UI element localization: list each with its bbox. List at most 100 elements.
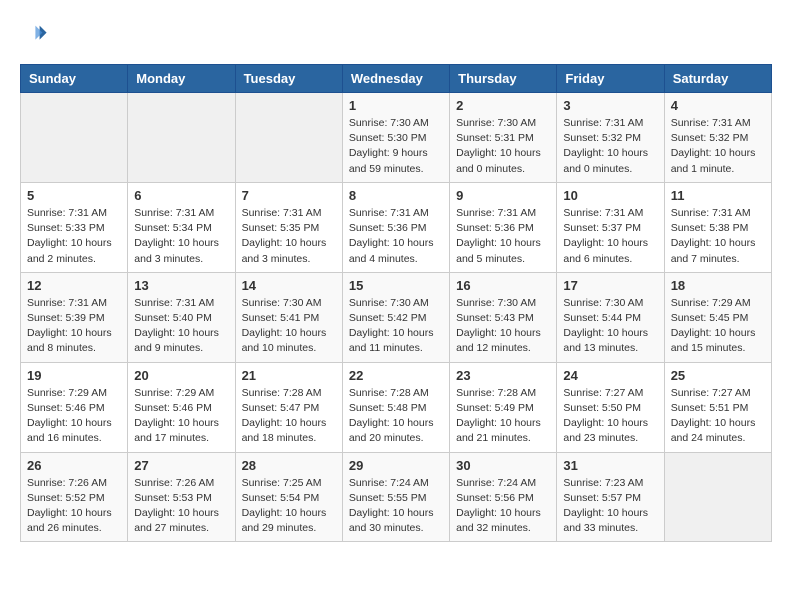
- day-number: 18: [671, 278, 765, 293]
- calendar-week-3: 12Sunrise: 7:31 AMSunset: 5:39 PMDayligh…: [21, 272, 772, 362]
- calendar-week-5: 26 Sunrise: 7:26 AMSunset: 5:52 PMDayligh…: [21, 452, 772, 542]
- day-info: Sunrise: 7:24 AMSunset: 5:56 PMDaylight:…: [456, 476, 550, 537]
- day-number: 24: [563, 368, 657, 383]
- weekday-header-friday: Friday: [557, 65, 664, 93]
- day-info: Sunrise: 7:30 AMSunset: 5:30 PMDaylight:…: [349, 116, 443, 177]
- day-number: 6: [134, 188, 228, 203]
- day-number: 1: [349, 98, 443, 113]
- weekday-header-sunday: Sunday: [21, 65, 128, 93]
- day-number: 15: [349, 278, 443, 293]
- day-info: Sunrise: 7:31 AMSunset: 5:37 PMDaylight:…: [563, 206, 657, 267]
- calendar-cell: 31 Sunrise: 7:23 AMSunset: 5:57 PMDayligh…: [557, 452, 664, 542]
- calendar-cell: 27 Sunrise: 7:26 AMSunset: 5:53 PMDayligh…: [128, 452, 235, 542]
- logo-icon: [20, 20, 48, 48]
- calendar-cell: [235, 93, 342, 183]
- day-info: Sunrise: 7:31 AMSunset: 5:32 PMDaylight:…: [671, 116, 765, 177]
- calendar-cell: 12Sunrise: 7:31 AMSunset: 5:39 PMDayligh…: [21, 272, 128, 362]
- day-info: Sunrise: 7:31 AMSunset: 5:35 PMDaylight:…: [242, 206, 336, 267]
- day-info: Sunrise: 7:23 AMSunset: 5:57 PMDaylight:…: [563, 476, 657, 537]
- calendar-cell: 13 Sunrise: 7:31 AMSunset: 5:40 PMDayligh…: [128, 272, 235, 362]
- day-info: Sunrise: 7:31 AMSunset: 5:36 PMDaylight:…: [349, 206, 443, 267]
- calendar-cell: 22Sunrise: 7:28 AMSunset: 5:48 PMDayligh…: [342, 362, 449, 452]
- weekday-header-monday: Monday: [128, 65, 235, 93]
- calendar-cell: 15 Sunrise: 7:30 AMSunset: 5:42 PMDayligh…: [342, 272, 449, 362]
- day-info: Sunrise: 7:29 AMSunset: 5:45 PMDaylight:…: [671, 296, 765, 357]
- day-number: 29: [349, 458, 443, 473]
- day-number: 28: [242, 458, 336, 473]
- calendar-cell: 21 Sunrise: 7:28 AMSunset: 5:47 PMDayligh…: [235, 362, 342, 452]
- day-info: Sunrise: 7:30 AMSunset: 5:44 PMDaylight:…: [563, 296, 657, 357]
- day-number: 3: [563, 98, 657, 113]
- day-info: Sunrise: 7:28 AMSunset: 5:48 PMDaylight:…: [349, 386, 443, 447]
- day-info: Sunrise: 7:27 AMSunset: 5:51 PMDaylight:…: [671, 386, 765, 447]
- calendar-cell: 25 Sunrise: 7:27 AMSunset: 5:51 PMDayligh…: [664, 362, 771, 452]
- day-number: 9: [456, 188, 550, 203]
- calendar-cell: 24 Sunrise: 7:27 AMSunset: 5:50 PMDayligh…: [557, 362, 664, 452]
- calendar-cell: 19 Sunrise: 7:29 AMSunset: 5:46 PMDayligh…: [21, 362, 128, 452]
- day-number: 27: [134, 458, 228, 473]
- calendar-cell: 26 Sunrise: 7:26 AMSunset: 5:52 PMDayligh…: [21, 452, 128, 542]
- calendar-cell: 7 Sunrise: 7:31 AMSunset: 5:35 PMDaylight…: [235, 182, 342, 272]
- day-info: Sunrise: 7:31 AMSunset: 5:39 PMDaylight:…: [27, 296, 121, 357]
- day-number: 8: [349, 188, 443, 203]
- day-info: Sunrise: 7:29 AMSunset: 5:46 PMDaylight:…: [134, 386, 228, 447]
- day-number: 5: [27, 188, 121, 203]
- calendar-cell: 18 Sunrise: 7:29 AMSunset: 5:45 PMDayligh…: [664, 272, 771, 362]
- day-number: 25: [671, 368, 765, 383]
- day-number: 11: [671, 188, 765, 203]
- day-info: Sunrise: 7:29 AMSunset: 5:46 PMDaylight:…: [27, 386, 121, 447]
- calendar-cell: 20 Sunrise: 7:29 AMSunset: 5:46 PMDayligh…: [128, 362, 235, 452]
- day-number: 31: [563, 458, 657, 473]
- calendar-cell: 3Sunrise: 7:31 AMSunset: 5:32 PMDaylight…: [557, 93, 664, 183]
- day-info: Sunrise: 7:26 AMSunset: 5:52 PMDaylight:…: [27, 476, 121, 537]
- day-info: Sunrise: 7:30 AMSunset: 5:42 PMDaylight:…: [349, 296, 443, 357]
- day-number: 30: [456, 458, 550, 473]
- calendar-cell: 11 Sunrise: 7:31 AMSunset: 5:38 PMDayligh…: [664, 182, 771, 272]
- calendar-cell: 5 Sunrise: 7:31 AMSunset: 5:33 PMDaylight…: [21, 182, 128, 272]
- day-number: 17: [563, 278, 657, 293]
- day-number: 13: [134, 278, 228, 293]
- calendar-cell: 1 Sunrise: 7:30 AMSunset: 5:30 PMDaylight…: [342, 93, 449, 183]
- calendar-cell: 23 Sunrise: 7:28 AMSunset: 5:49 PMDayligh…: [450, 362, 557, 452]
- day-number: 16: [456, 278, 550, 293]
- day-info: Sunrise: 7:31 AMSunset: 5:40 PMDaylight:…: [134, 296, 228, 357]
- weekday-header-thursday: Thursday: [450, 65, 557, 93]
- weekday-header-saturday: Saturday: [664, 65, 771, 93]
- day-info: Sunrise: 7:31 AMSunset: 5:36 PMDaylight:…: [456, 206, 550, 267]
- calendar-cell: 9 Sunrise: 7:31 AMSunset: 5:36 PMDaylight…: [450, 182, 557, 272]
- day-info: Sunrise: 7:30 AMSunset: 5:31 PMDaylight:…: [456, 116, 550, 177]
- calendar-cell: [128, 93, 235, 183]
- day-number: 23: [456, 368, 550, 383]
- calendar-cell: 14Sunrise: 7:30 AMSunset: 5:41 PMDayligh…: [235, 272, 342, 362]
- day-info: Sunrise: 7:28 AMSunset: 5:47 PMDaylight:…: [242, 386, 336, 447]
- calendar-table: SundayMondayTuesdayWednesdayThursdayFrid…: [20, 64, 772, 542]
- day-number: 26: [27, 458, 121, 473]
- calendar-cell: 6 Sunrise: 7:31 AMSunset: 5:34 PMDaylight…: [128, 182, 235, 272]
- day-info: Sunrise: 7:31 AMSunset: 5:34 PMDaylight:…: [134, 206, 228, 267]
- calendar-week-4: 19 Sunrise: 7:29 AMSunset: 5:46 PMDayligh…: [21, 362, 772, 452]
- calendar-header-row: SundayMondayTuesdayWednesdayThursdayFrid…: [21, 65, 772, 93]
- weekday-header-tuesday: Tuesday: [235, 65, 342, 93]
- weekday-header-wednesday: Wednesday: [342, 65, 449, 93]
- day-number: 7: [242, 188, 336, 203]
- day-info: Sunrise: 7:28 AMSunset: 5:49 PMDaylight:…: [456, 386, 550, 447]
- calendar-cell: 2Sunrise: 7:30 AMSunset: 5:31 PMDaylight…: [450, 93, 557, 183]
- calendar-cell: [664, 452, 771, 542]
- calendar-cell: 28Sunrise: 7:25 AMSunset: 5:54 PMDayligh…: [235, 452, 342, 542]
- day-info: Sunrise: 7:26 AMSunset: 5:53 PMDaylight:…: [134, 476, 228, 537]
- day-number: 21: [242, 368, 336, 383]
- day-number: 14: [242, 278, 336, 293]
- calendar-cell: 4 Sunrise: 7:31 AMSunset: 5:32 PMDaylight…: [664, 93, 771, 183]
- calendar-cell: 16Sunrise: 7:30 AMSunset: 5:43 PMDayligh…: [450, 272, 557, 362]
- day-number: 19: [27, 368, 121, 383]
- logo: [20, 20, 52, 48]
- day-number: 20: [134, 368, 228, 383]
- calendar-week-2: 5 Sunrise: 7:31 AMSunset: 5:33 PMDaylight…: [21, 182, 772, 272]
- calendar-cell: 29Sunrise: 7:24 AMSunset: 5:55 PMDayligh…: [342, 452, 449, 542]
- day-info: Sunrise: 7:31 AMSunset: 5:38 PMDaylight:…: [671, 206, 765, 267]
- day-info: Sunrise: 7:27 AMSunset: 5:50 PMDaylight:…: [563, 386, 657, 447]
- page-header: [20, 20, 772, 48]
- day-info: Sunrise: 7:31 AMSunset: 5:33 PMDaylight:…: [27, 206, 121, 267]
- day-number: 4: [671, 98, 765, 113]
- calendar-cell: [21, 93, 128, 183]
